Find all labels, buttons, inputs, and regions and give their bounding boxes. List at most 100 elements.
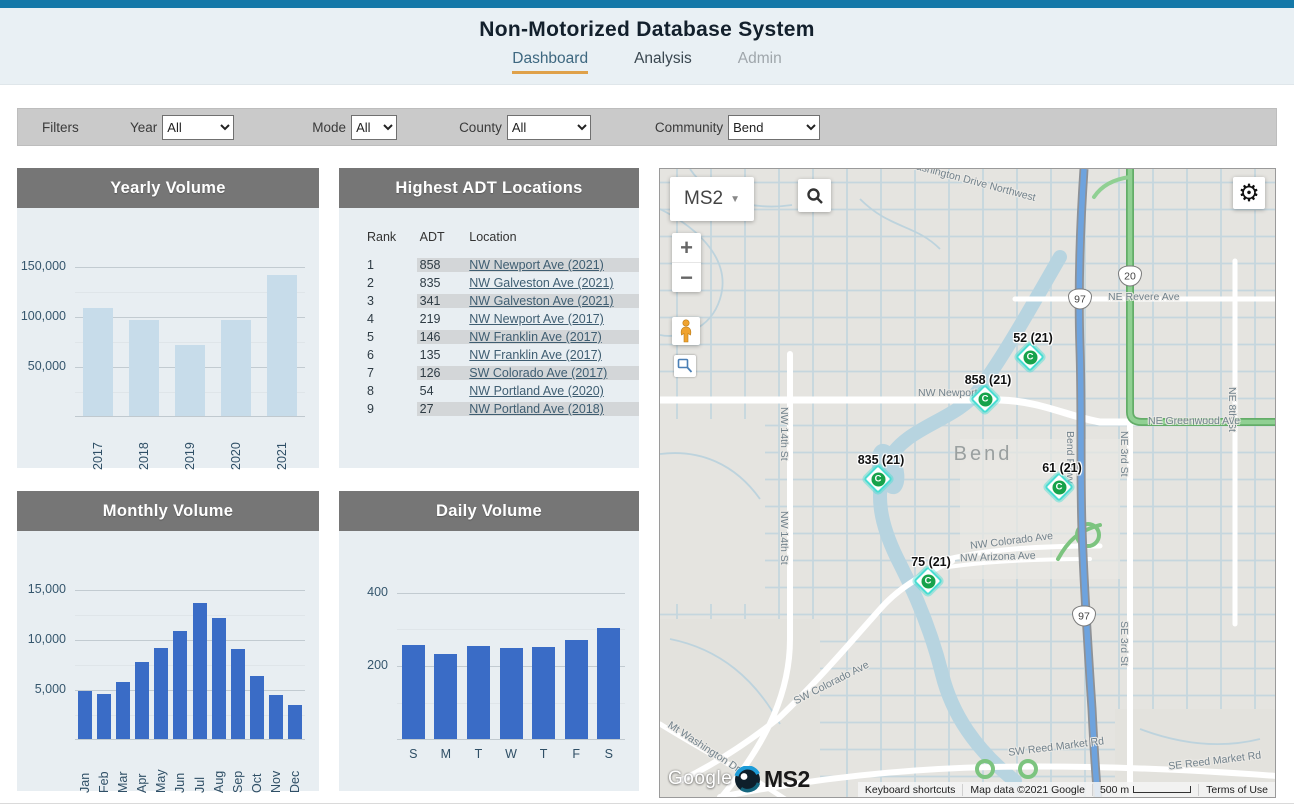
terms-of-use-link[interactable]: Terms of Use	[1198, 784, 1275, 796]
bar-Jun	[173, 631, 187, 739]
street-label: NE 3rd St	[1118, 431, 1130, 477]
location-cell: NW Portland Ave (2018)	[466, 402, 639, 416]
bar-Apr	[135, 662, 149, 739]
year-filter-select[interactable]: All	[162, 115, 234, 140]
highest-adt-title: Highest ADT Locations	[339, 168, 639, 208]
rank-cell: 7	[367, 366, 417, 380]
location-cell: NW Franklin Ave (2017)	[466, 330, 639, 344]
tab-dashboard[interactable]: Dashboard	[512, 50, 588, 74]
location-link[interactable]: NW Newport Ave (2017)	[469, 312, 604, 326]
map-layer-dropdown[interactable]: MS2 ▼	[670, 177, 754, 221]
table-row: 5146NW Franklin Ave (2017)	[367, 328, 639, 346]
daily-volume-panel: Daily Volume 200400 SMTWTFS	[339, 491, 639, 791]
adt-cell: 858	[417, 258, 467, 272]
adt-table-header: Rank ADT Location	[367, 230, 639, 244]
x-tick-label: T	[475, 747, 483, 761]
zoom-box-button[interactable]	[674, 355, 696, 377]
monthly-volume-title: Monthly Volume	[17, 491, 319, 531]
map-layer-label: MS2	[684, 188, 723, 210]
street-label: SE 3rd St	[1118, 621, 1130, 666]
location-link[interactable]: NW Newport Ave (2021)	[469, 258, 604, 272]
bar-S	[597, 628, 620, 739]
county-filter-select[interactable]: All	[507, 115, 591, 140]
marker-value-label: 52 (21)	[1013, 331, 1053, 345]
monthly-volume-chart: 5,00010,00015,000 JanFebMarAprMayJunJulA…	[17, 531, 319, 791]
location-link[interactable]: NW Portland Ave (2018)	[469, 402, 604, 416]
bar-2021	[267, 275, 297, 416]
marker-value-label: 61 (21)	[1042, 461, 1082, 475]
location-link[interactable]: NW Galveston Ave (2021)	[469, 276, 613, 290]
bar-F	[565, 640, 588, 739]
bar-Nov	[269, 695, 283, 739]
bar-T	[532, 647, 555, 739]
street-label: Bend Pkwy	[1064, 431, 1076, 484]
community-filter-select[interactable]: Bend	[728, 115, 820, 140]
ms2-logo: MS2	[734, 766, 810, 793]
zoom-in-button[interactable]: +	[672, 233, 701, 262]
location-cell: NW Franklin Ave (2017)	[466, 348, 639, 362]
map-search-button[interactable]	[798, 179, 831, 212]
county-filter-label: County	[459, 120, 502, 135]
map-canvas[interactable]: Washington Drive NorthwestNE Revere AveN…	[659, 168, 1276, 798]
pegman-button[interactable]	[672, 317, 700, 345]
bar-Aug	[212, 618, 226, 739]
ms2-logo-text: MS2	[764, 766, 810, 793]
count-icon: C	[871, 472, 885, 486]
bar-May	[154, 648, 168, 739]
page-footer-divider	[0, 803, 1294, 804]
x-tick-label: 2021	[275, 424, 289, 470]
tab-admin[interactable]: Admin	[738, 50, 782, 74]
x-tick-label: 2017	[91, 424, 105, 470]
yearly-volume-panel: Yearly Volume 50,000100,000150,000 20172…	[17, 168, 319, 468]
yearly-volume-title: Yearly Volume	[17, 168, 319, 208]
map-zoom-control: + −	[672, 233, 701, 292]
daily-volume-chart: 200400 SMTWTFS	[339, 531, 639, 791]
col-rank: Rank	[367, 230, 417, 244]
x-tick-label: Jul	[193, 747, 207, 793]
x-tick-label: 2018	[137, 424, 151, 470]
table-row: 3341NW Galveston Ave (2021)	[367, 292, 639, 310]
location-link[interactable]: NW Galveston Ave (2021)	[469, 294, 613, 308]
ms2-logo-icon	[734, 766, 761, 793]
location-link[interactable]: SW Colorado Ave (2017)	[469, 366, 607, 380]
adt-table: Rank ADT Location 1858NW Newport Ave (20…	[339, 208, 639, 418]
rank-cell: 9	[367, 402, 417, 416]
mode-filter-select[interactable]: All	[351, 115, 397, 140]
y-tick-label: 15,000	[28, 582, 66, 596]
adt-cell: 135	[417, 348, 467, 362]
street-label: NW Newport	[918, 387, 978, 399]
bar-2019	[175, 345, 205, 416]
count-icon: C	[978, 392, 992, 406]
x-tick-label: Mar	[116, 747, 130, 793]
map-roads-layer	[660, 169, 1276, 798]
city-label: Bend	[954, 443, 1013, 466]
location-cell: NW Galveston Ave (2021)	[466, 294, 639, 308]
x-tick-label: Aug	[212, 747, 226, 793]
adt-cell: 341	[417, 294, 467, 308]
zoom-out-button[interactable]: −	[672, 263, 701, 292]
monthly-volume-panel: Monthly Volume 5,00010,00015,000 JanFebM…	[17, 491, 319, 791]
location-cell: NW Newport Ave (2017)	[466, 312, 639, 326]
scale-bar	[1133, 786, 1191, 793]
keyboard-shortcuts-link[interactable]: Keyboard shortcuts	[858, 784, 962, 796]
location-link[interactable]: NW Franklin Ave (2017)	[469, 348, 601, 362]
marker-value-label: 835 (21)	[858, 453, 905, 467]
location-cell: NW Portland Ave (2020)	[466, 384, 639, 398]
tab-analysis[interactable]: Analysis	[634, 50, 692, 74]
community-filter-label: Community	[655, 120, 723, 135]
y-tick-label: 400	[367, 585, 388, 599]
rank-cell: 4	[367, 312, 417, 326]
x-tick-label: W	[505, 747, 517, 761]
x-tick-label: S	[409, 747, 417, 761]
location-link[interactable]: NW Franklin Ave (2017)	[469, 330, 601, 344]
rank-cell: 3	[367, 294, 417, 308]
adt-cell: 146	[417, 330, 467, 344]
map-settings-button[interactable]: ⚙	[1233, 177, 1265, 209]
page-title: Non-Motorized Database System	[0, 18, 1294, 42]
bar-2017	[83, 308, 113, 416]
yearly-volume-chart: 50,000100,000150,000 2017201820192020202…	[17, 208, 319, 468]
x-tick-label: Apr	[135, 747, 149, 793]
main-nav: Dashboard Analysis Admin	[0, 50, 1294, 74]
bar-S	[402, 645, 425, 739]
location-link[interactable]: NW Portland Ave (2020)	[469, 384, 604, 398]
